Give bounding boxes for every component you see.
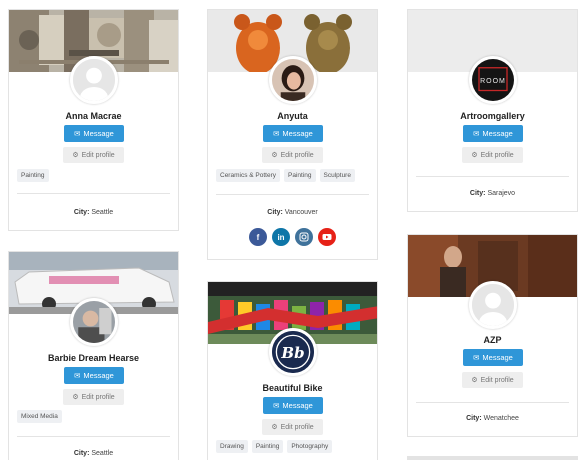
divider (17, 436, 170, 437)
tag[interactable]: Painting (17, 169, 49, 182)
artist-card-anyuta: Anyuta ✉ Message ⚙ Edit profile Ceramics… (207, 9, 378, 260)
edit-profile-button[interactable]: ⚙ Edit profile (462, 147, 523, 163)
city-line: City: Vancouver (208, 209, 377, 216)
avatar-placeholder[interactable] (70, 56, 118, 104)
message-button[interactable]: ✉ Message (263, 397, 323, 414)
artist-name[interactable]: Beautiful Bike (208, 383, 377, 393)
edit-profile-button[interactable]: ⚙ Edit profile (262, 147, 323, 163)
city-value: Seattle (91, 450, 114, 457)
message-label: Message (282, 401, 313, 410)
city-label: City: (466, 415, 482, 422)
edit-label: Edit profile (280, 151, 314, 159)
message-label: Message (482, 129, 513, 138)
edit-profile-button[interactable]: ⚙ Edit profile (63, 147, 124, 163)
message-button[interactable]: ✉ Message (463, 349, 523, 366)
envelope-icon: ✉ (74, 371, 81, 380)
envelope-icon: ✉ (473, 353, 480, 362)
avatar-placeholder[interactable] (469, 281, 517, 329)
tag-list: Drawing Painting Photography (216, 440, 333, 453)
city-line: City: Wenatchee (408, 415, 577, 422)
divider (416, 176, 569, 177)
facebook-icon[interactable]: f (249, 228, 267, 246)
avatar-logo-text: ROOM (480, 78, 506, 85)
city-value: Vancouver (284, 209, 318, 216)
avatar-photo[interactable] (70, 298, 118, 346)
avatar-photo[interactable] (269, 56, 317, 104)
artist-name[interactable]: Anyuta (208, 111, 377, 121)
gear-icon: ⚙ (72, 152, 79, 159)
edit-label: Edit profile (81, 393, 115, 401)
city-label: City: (469, 190, 486, 197)
tag-list: Mixed Media (17, 410, 62, 423)
envelope-icon: ✉ (473, 129, 480, 138)
tag[interactable]: Drawing (216, 440, 248, 453)
gear-icon: ⚙ (471, 152, 478, 159)
tag[interactable]: Painting (251, 440, 284, 453)
message-button[interactable]: ✉ Message (463, 125, 523, 142)
message-label: Message (282, 129, 313, 138)
tag[interactable]: Sculpture (319, 169, 355, 182)
message-button[interactable]: ✉ Message (263, 125, 323, 142)
city-line: City: Seattle (9, 209, 178, 216)
avatar-logo[interactable]: ROOM (469, 56, 517, 104)
artist-name[interactable]: AZP (408, 335, 577, 345)
envelope-icon: ✉ (273, 129, 280, 138)
city-line: City: Seattle (9, 450, 178, 457)
artist-name[interactable]: Artroomgallery (408, 111, 577, 121)
city-label: City: (73, 450, 90, 457)
tag-list: Painting (17, 169, 49, 182)
edit-label: Edit profile (280, 423, 314, 431)
message-label: Message (482, 353, 513, 362)
gear-icon: ⚙ (72, 394, 79, 401)
divider (416, 402, 569, 403)
tag[interactable]: Mixed Media (17, 410, 62, 423)
avatar-logo-text: Bb (281, 344, 305, 362)
avatar-logo[interactable]: Bb (269, 328, 317, 376)
city-value: Seattle (91, 209, 114, 216)
edit-profile-button[interactable]: ⚙ Edit profile (262, 419, 323, 435)
edit-label: Edit profile (81, 151, 115, 159)
artist-card-artroomgallery: ROOM Artroomgallery ✉ Message ⚙ Edit pro… (407, 9, 578, 212)
city-value: Sarajevo (487, 190, 516, 197)
next-card-edge (407, 456, 578, 460)
instagram-icon[interactable] (295, 228, 313, 246)
tag[interactable]: Ceramics & Pottery (216, 169, 280, 182)
city-label: City: (267, 209, 283, 216)
tag[interactable]: Photography (287, 440, 333, 453)
city-line: City: Sarajevo (408, 190, 577, 197)
message-label: Message (83, 129, 114, 138)
tag[interactable]: Painting (284, 169, 316, 182)
divider (17, 193, 170, 194)
artist-card-azp: AZP ✉ Message ⚙ Edit profile City: Wenat… (407, 234, 578, 437)
edit-label: Edit profile (480, 376, 514, 384)
edit-profile-button[interactable]: ⚙ Edit profile (462, 372, 523, 388)
message-label: Message (83, 371, 114, 380)
gear-icon: ⚙ (271, 424, 278, 431)
artist-name[interactable]: Anna Macrae (9, 111, 178, 121)
envelope-icon: ✉ (74, 129, 81, 138)
linkedin-icon[interactable]: in (272, 228, 290, 246)
envelope-icon: ✉ (273, 401, 280, 410)
youtube-icon[interactable] (318, 228, 336, 246)
artist-card-barbie-dream-hearse: Barbie Dream Hearse ✉ Message ⚙ Edit pro… (8, 251, 179, 460)
city-value: Wenatchee (483, 415, 519, 422)
message-button[interactable]: ✉ Message (64, 125, 124, 142)
artist-name[interactable]: Barbie Dream Hearse (9, 353, 178, 363)
edit-label: Edit profile (480, 151, 514, 159)
tag-list: Ceramics & Pottery Painting Sculpture (216, 169, 355, 182)
gear-icon: ⚙ (271, 152, 278, 159)
artist-card-beautiful-bike: Bb Beautiful Bike ✉ Message ⚙ Edit profi… (207, 281, 378, 460)
city-label: City: (73, 209, 90, 216)
artist-card-anna-macrae: Anna Macrae ✉ Message ⚙ Edit profile Pai… (8, 9, 179, 231)
edit-profile-button[interactable]: ⚙ Edit profile (63, 389, 124, 405)
gear-icon: ⚙ (471, 377, 478, 384)
divider (216, 194, 369, 195)
social-links: f in (249, 228, 336, 246)
message-button[interactable]: ✉ Message (64, 367, 124, 384)
